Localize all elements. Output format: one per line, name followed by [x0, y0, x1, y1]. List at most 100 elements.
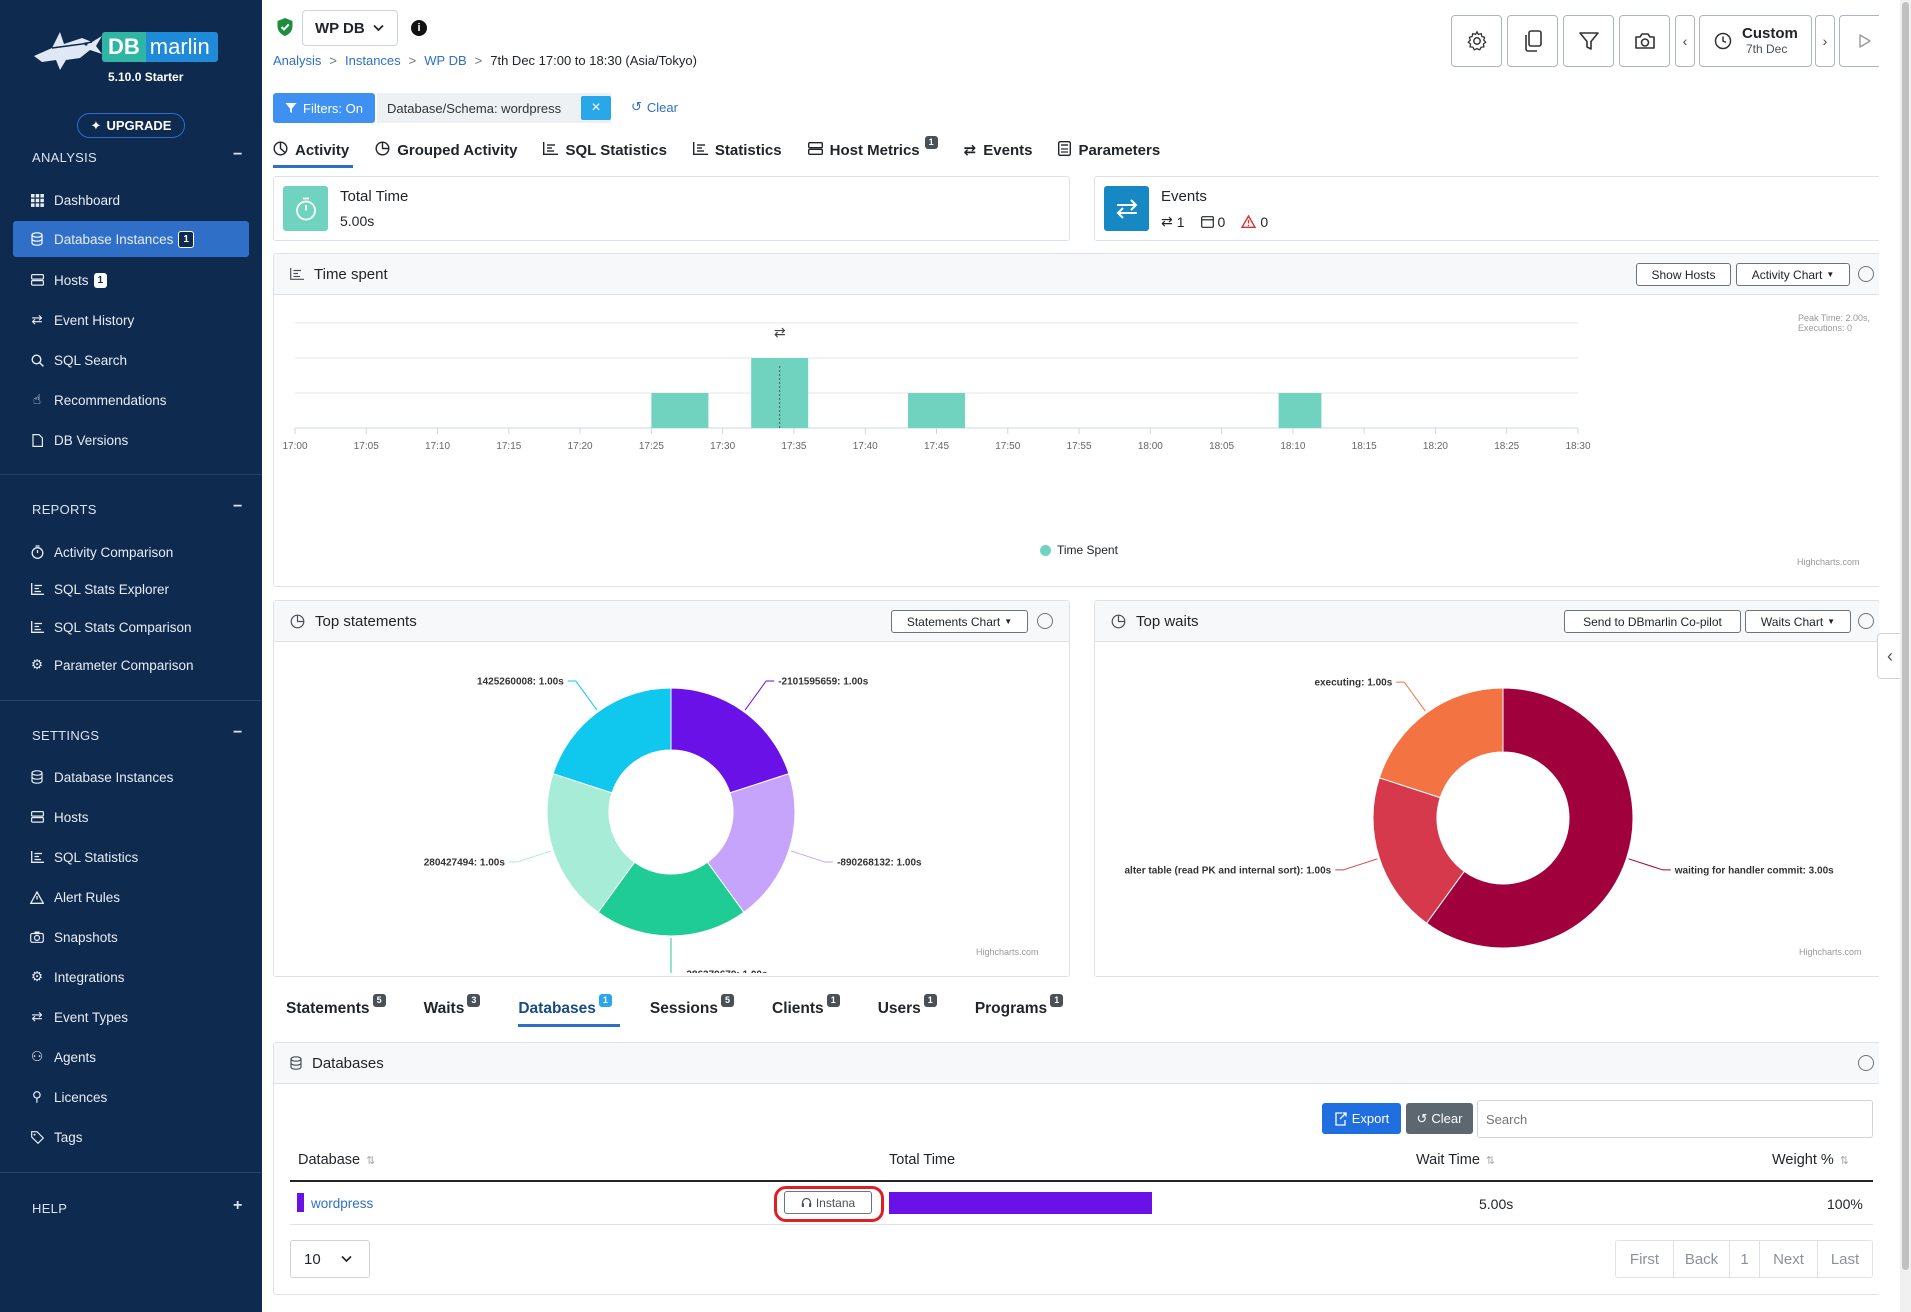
snapshot-button[interactable]: [1619, 15, 1670, 67]
sidebar-item-sql-stats-comparison[interactable]: SQL Stats Comparison: [13, 609, 249, 645]
chart-legend[interactable]: Time Spent: [1040, 543, 1118, 557]
event-marker-icon[interactable]: ⇄: [774, 324, 786, 340]
sidebar-item-dashboard[interactable]: Dashboard: [13, 182, 249, 218]
sidebar-item-database-instances[interactable]: Database Instances 1: [13, 221, 249, 257]
clear-table-button[interactable]: ↺ Clear: [1406, 1103, 1473, 1134]
column-header-weight[interactable]: Weight % ⇅: [1772, 1152, 1849, 1168]
send-to-copilot-button[interactable]: Send to DBmarlin Co-pilot: [1564, 610, 1741, 633]
page-size-select[interactable]: 10: [290, 1240, 370, 1278]
upgrade-button[interactable]: ✦ UPGRADE: [77, 113, 185, 138]
sidebar-item-snapshots[interactable]: Snapshots: [13, 919, 249, 955]
show-hosts-button[interactable]: Show Hosts: [1636, 263, 1731, 286]
sidebar-item-db-versions[interactable]: DB Versions: [13, 422, 249, 458]
settings-button[interactable]: [1451, 15, 1502, 67]
highcharts-credit: Highcharts.com: [976, 947, 1039, 957]
events-card[interactable]: Events ⇄ 1 0 0: [1094, 176, 1889, 241]
instana-button[interactable]: Instana: [784, 1191, 872, 1214]
tab-activity[interactable]: Activity: [273, 135, 354, 168]
tab-programs[interactable]: Programs 1: [975, 993, 1064, 1024]
tab-waits[interactable]: Waits 3: [424, 993, 481, 1024]
tab-host-metrics[interactable]: Host Metrics 1: [807, 135, 938, 165]
breadcrumb-analysis[interactable]: Analysis: [273, 53, 321, 68]
sidebar-item-tags[interactable]: Tags: [13, 1119, 249, 1155]
sidebar-item-parameter-comparison[interactable]: ⚙ Parameter Comparison: [13, 647, 249, 683]
sidebar-item-settings-sql-statistics[interactable]: SQL Statistics: [13, 839, 249, 875]
tab-grouped-activity[interactable]: Grouped Activity: [375, 135, 517, 165]
column-header-wait-time[interactable]: Wait Time ⇅: [1416, 1152, 1495, 1168]
sidebar-item-hosts[interactable]: Hosts 1: [13, 262, 249, 298]
time-range-picker[interactable]: Custom 7th Dec: [1699, 15, 1812, 67]
help-expand-toggle[interactable]: +: [233, 1197, 242, 1215]
total-time-value: 5.00s: [340, 213, 375, 229]
time-spent-bar[interactable]: [651, 393, 709, 428]
column-header-database[interactable]: Database ⇅: [298, 1152, 375, 1168]
collapse-icon[interactable]: [1037, 613, 1053, 629]
tab-events[interactable]: ⇄ Events: [964, 135, 1033, 165]
filters-toggle-button[interactable]: Filters: On: [273, 93, 375, 123]
scrollbar-thumb[interactable]: [1902, 2, 1909, 1270]
time-range-label: Custom: [1742, 25, 1798, 42]
pie-slice[interactable]: [552, 687, 672, 794]
database-selector[interactable]: WP DB: [302, 10, 398, 46]
copy-button[interactable]: [1507, 15, 1558, 67]
pager-next[interactable]: Next: [1760, 1241, 1818, 1277]
breadcrumb-instances[interactable]: Instances: [345, 53, 401, 68]
sidebar-item-sql-search[interactable]: SQL Search: [13, 342, 249, 378]
previous-range-button[interactable]: ‹: [1675, 15, 1695, 67]
sidebar-item-sql-stats-explorer[interactable]: SQL Stats Explorer: [13, 571, 249, 607]
sidebar-item-recommendations[interactable]: ☝ Recommendations: [13, 382, 249, 418]
info-icon[interactable]: i: [411, 20, 427, 36]
sidebar-item-agents[interactable]: ⚇ Agents: [13, 1039, 249, 1075]
tab-clients[interactable]: Clients 1: [772, 993, 840, 1024]
sidebar-item-settings-database-instances[interactable]: Database Instances: [13, 759, 249, 795]
statements-chart-dropdown[interactable]: Statements Chart ▼: [891, 610, 1028, 633]
analysis-collapse-toggle[interactable]: −: [233, 146, 242, 164]
tab-sql-statistics[interactable]: SQL Statistics: [543, 135, 667, 165]
breadcrumb-wp-db[interactable]: WP DB: [424, 53, 466, 68]
reports-collapse-toggle[interactable]: −: [233, 498, 242, 516]
next-range-button[interactable]: ›: [1815, 15, 1835, 67]
tab-users[interactable]: Users 1: [878, 993, 937, 1024]
tab-statistics[interactable]: Statistics: [692, 135, 782, 165]
pager-last[interactable]: Last: [1818, 1241, 1872, 1277]
column-header-total-time[interactable]: Total Time: [889, 1152, 955, 1168]
tab-sessions[interactable]: Sessions 5: [650, 993, 734, 1024]
pager-back[interactable]: Back: [1674, 1241, 1730, 1277]
time-spent-bar[interactable]: [1278, 393, 1322, 428]
time-spent-bar[interactable]: [907, 393, 966, 428]
waits-chart-dropdown[interactable]: Waits Chart ▼: [1745, 610, 1851, 633]
filter-button[interactable]: [1563, 15, 1614, 67]
sidebar-item-event-history[interactable]: ⇄ Event History: [13, 302, 249, 338]
pie-slice[interactable]: [670, 687, 790, 794]
tab-parameters[interactable]: Parameters: [1058, 135, 1160, 165]
database-link[interactable]: wordpress: [311, 1196, 373, 1211]
sidebar-item-integrations[interactable]: ⚙ Integrations: [13, 959, 249, 995]
table-search-input[interactable]: [1477, 1100, 1873, 1138]
dbmarlin-logo[interactable]: DB marlin 5.10.0 Starter: [30, 18, 220, 88]
sort-icon: ⇅: [366, 1154, 376, 1167]
time-spent-bar[interactable]: [751, 358, 809, 428]
collapse-icon[interactable]: [1858, 266, 1874, 282]
collapse-icon[interactable]: [1858, 1055, 1874, 1071]
sidebar-item-licences[interactable]: ⚲ Licences: [13, 1079, 249, 1115]
side-panel-toggle[interactable]: ‹: [1877, 633, 1902, 679]
sidebar-item-activity-comparison[interactable]: Activity Comparison: [13, 534, 249, 570]
activity-chart-dropdown[interactable]: Activity Chart ▼: [1736, 263, 1850, 286]
x-tick-label: 17:45: [924, 441, 949, 452]
clear-filters-link[interactable]: ↺ Clear: [631, 99, 678, 115]
sidebar-item-alert-rules[interactable]: Alert Rules: [13, 879, 249, 915]
export-button[interactable]: Export: [1322, 1103, 1401, 1134]
pager-page[interactable]: 1: [1730, 1241, 1760, 1277]
sidebar: DB marlin 5.10.0 Starter ✦ UPGRADE ANALY…: [0, 0, 262, 1312]
settings-collapse-toggle[interactable]: −: [233, 724, 242, 742]
remove-filter-button[interactable]: ×: [581, 96, 611, 120]
sidebar-item-settings-hosts[interactable]: Hosts: [13, 799, 249, 835]
pie-slice[interactable]: [1378, 687, 1504, 799]
tab-statements[interactable]: Statements 5: [286, 993, 386, 1024]
tab-databases[interactable]: Databases 1: [518, 993, 620, 1027]
legend-label: Time Spent: [1057, 543, 1118, 557]
tab-badge: 5: [720, 993, 734, 1007]
collapse-icon[interactable]: [1858, 613, 1874, 629]
sidebar-item-event-types[interactable]: ⇄ Event Types: [13, 999, 249, 1035]
pager-first[interactable]: First: [1616, 1241, 1674, 1277]
